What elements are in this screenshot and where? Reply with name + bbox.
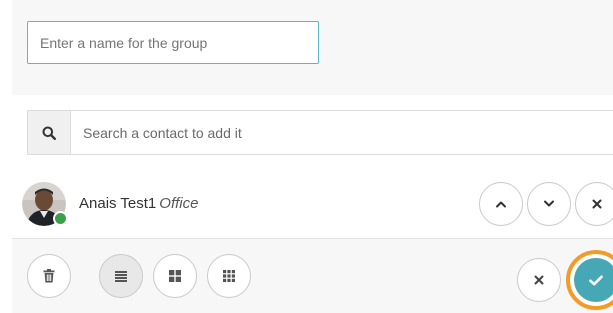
list-view-icon: [115, 270, 127, 282]
group-name-input[interactable]: [27, 21, 319, 64]
delete-group-button[interactable]: [27, 254, 71, 298]
contact-list-item: Anais Test1 Office: [12, 170, 613, 238]
contact-name-text: Anais Test1: [79, 195, 157, 212]
chevron-down-icon: [544, 200, 554, 207]
check-icon: [589, 274, 603, 285]
trash-icon: [43, 269, 55, 283]
contact-search-bar: [27, 110, 613, 155]
action-footer: [12, 239, 613, 313]
chevron-up-icon: [496, 201, 506, 208]
grid-view-button[interactable]: [153, 254, 197, 298]
contact-label: Office: [159, 195, 199, 212]
small-grid-view-icon: [223, 270, 235, 282]
cancel-button[interactable]: [517, 258, 561, 302]
search-icon[interactable]: [28, 111, 71, 154]
contact-search-input[interactable]: [83, 111, 583, 154]
contact-name: Anais Test1 Office: [79, 195, 198, 212]
move-up-button[interactable]: [479, 182, 523, 226]
list-view-button[interactable]: [99, 254, 143, 298]
move-down-button[interactable]: [527, 182, 571, 226]
small-grid-view-button[interactable]: [207, 254, 251, 298]
confirm-button[interactable]: [574, 258, 613, 302]
close-icon: [534, 275, 544, 285]
close-icon: [592, 199, 602, 209]
grid-view-icon: [169, 270, 181, 282]
presence-online-indicator: [53, 211, 68, 226]
remove-contact-button[interactable]: [575, 182, 613, 226]
